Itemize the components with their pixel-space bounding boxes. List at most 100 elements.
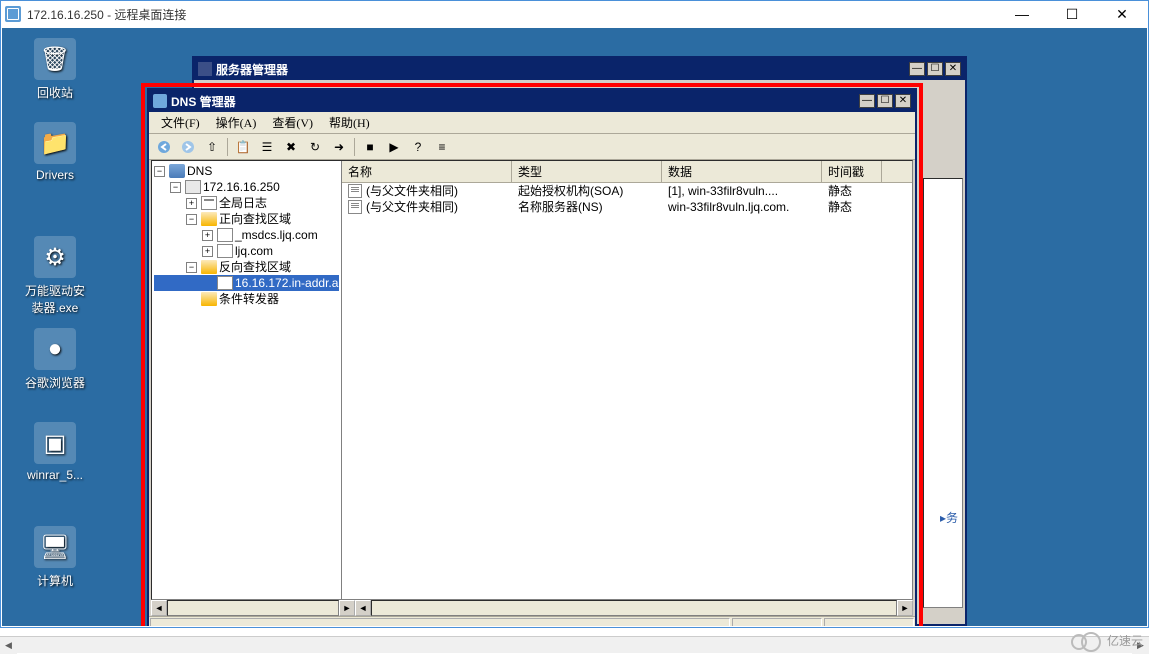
tree-expand-icon[interactable]: + (202, 246, 213, 257)
dns-manager-window[interactable]: DNS 管理器 — ☐ ✕ 文件(F)操作(A)查看(V)帮助(H) ⇧ 📋☰✖↻… (147, 88, 917, 626)
desktop-icon[interactable]: 📁Drivers (20, 122, 90, 182)
toolbar-filter-button[interactable]: ≡ (431, 136, 453, 158)
tree-hscroll[interactable]: ◄ ► ◄ ► (151, 600, 913, 616)
host-scroll-left-icon[interactable]: ◀ (0, 637, 17, 654)
column-header-data[interactable]: 数据 (662, 161, 822, 182)
rdp-window: 172.16.16.250 - 远程桌面连接 — ☐ ✕ 服务器管理器 — ☐ … (0, 0, 1149, 628)
toolbar-fwd-button[interactable] (177, 136, 199, 158)
toolbar-up-button[interactable]: ⇧ (201, 136, 223, 158)
desktop-icon-label: winrar_5... (20, 468, 90, 482)
tree-expand-icon[interactable]: − (186, 262, 197, 273)
scroll-left-icon[interactable]: ◄ (151, 600, 167, 616)
list-body[interactable]: (与父文件夹相同)起始授权机构(SOA)[1], win-33filr8vuln… (342, 183, 912, 599)
tree-node[interactable]: + _msdcs.ljq.com (154, 227, 339, 243)
tree-node[interactable]: 16.16.172.in-addr.a (154, 275, 339, 291)
tree-expand-icon[interactable]: − (186, 214, 197, 225)
tree-node[interactable]: −正向查找区域 (154, 211, 339, 227)
desktop-icon[interactable]: 🗑回收站 (20, 38, 90, 101)
toolbar-help-button[interactable]: ? (407, 136, 429, 158)
dns-title-text: DNS 管理器 (171, 93, 855, 110)
close-button[interactable]: ✕ (1100, 3, 1144, 25)
tree-scroll-track[interactable] (167, 600, 339, 616)
host-scrollbar[interactable]: ◀ ▶ (0, 636, 1149, 653)
rdp-titlebar[interactable]: 172.16.16.250 - 远程桌面连接 — ☐ ✕ (1, 1, 1148, 27)
tree-node-label: _msdcs.ljq.com (235, 227, 318, 243)
desktop-icon[interactable]: 🖥计算机 (20, 526, 90, 589)
dns-titlebar[interactable]: DNS 管理器 — ☐ ✕ (149, 90, 915, 112)
tree-node-label: 条件转发器 (219, 291, 279, 307)
desktop-icon-label: 谷歌浏览器 (20, 374, 90, 391)
srv-minimize-button[interactable]: — (909, 62, 925, 76)
tree-node[interactable]: 条件转发器 (154, 291, 339, 307)
tree-expand-icon[interactable]: − (170, 182, 181, 193)
toolbar-separator (227, 138, 228, 156)
zone-icon (217, 244, 233, 258)
server-manager-titlebar[interactable]: 服务器管理器 — ☐ ✕ (194, 58, 965, 80)
dns-maximize-button[interactable]: ☐ (877, 94, 893, 108)
tree-node[interactable]: +ljq.com (154, 243, 339, 259)
toolbar-delete-button[interactable]: ✖ (280, 136, 302, 158)
column-header-name[interactable]: 名称 (342, 161, 512, 182)
watermark: 亿速云 (1071, 631, 1143, 649)
dns-menu-bar[interactable]: 文件(F)操作(A)查看(V)帮助(H) (149, 112, 915, 134)
tree-node[interactable]: −DNS (154, 163, 339, 179)
desktop-icon-label: 万能驱动安装器.exe (20, 282, 90, 316)
tree-node[interactable]: −172.16.16.250 (154, 179, 339, 195)
record-row[interactable]: (与父文件夹相同)起始授权机构(SOA)[1], win-33filr8vuln… (342, 183, 912, 199)
tree-expand-icon[interactable]: + (202, 230, 213, 241)
dns-icon (169, 164, 185, 178)
desktop-icon[interactable]: ● 谷歌浏览器 (20, 328, 90, 391)
desktop-icon-image: 📁 (34, 122, 76, 164)
srv-maximize-button[interactable]: ☐ (927, 62, 943, 76)
menu-item[interactable]: 文件(F) (153, 112, 208, 133)
scroll-right-icon[interactable]: ► (339, 600, 355, 616)
toolbar-separator (354, 138, 355, 156)
cell-data: [1], win-33filr8vuln.... (662, 183, 822, 199)
zone-icon (217, 276, 233, 290)
remote-desktop[interactable]: 服务器管理器 — ☐ ✕ ▸务 DNS 管理器 — ☐ ✕ (2, 28, 1147, 626)
partial-text: ▸务 (940, 509, 958, 526)
record-icon (348, 184, 362, 198)
scroll-right-icon-2[interactable]: ► (897, 600, 913, 616)
record-row[interactable]: (与父文件夹相同)名称服务器(NS)win-33filr8vuln.ljq.co… (342, 199, 912, 215)
toolbar-refresh-button[interactable]: ↻ (304, 136, 326, 158)
list-header[interactable]: 名称类型数据时间戳 (342, 161, 912, 183)
watermark-icon (1071, 631, 1103, 649)
tree-node[interactable]: + 全局日志 (154, 195, 339, 211)
srv-close-button[interactable]: ✕ (945, 62, 961, 76)
toolbar-props-button[interactable]: ☰ (256, 136, 278, 158)
dns-minimize-button[interactable]: — (859, 94, 875, 108)
toolbar-play-button[interactable]: ▶ (383, 136, 405, 158)
host-scroll-track[interactable] (17, 637, 1132, 653)
scroll-left-icon-2[interactable]: ◄ (355, 600, 371, 616)
column-header-ts[interactable]: 时间戳 (822, 161, 882, 182)
toolbar-back-button[interactable] (153, 136, 175, 158)
desktop-icon-image: 🖥 (34, 526, 76, 568)
tree-expand-icon[interactable]: + (186, 198, 197, 209)
dns-content: −DNS−172.16.16.250 + 全局日志−正向查找区域 + _msdcs.lj… (151, 160, 913, 600)
minimize-button[interactable]: — (1000, 3, 1044, 25)
zone-icon (217, 228, 233, 242)
menu-item[interactable]: 操作(A) (208, 112, 265, 133)
dns-close-button[interactable]: ✕ (895, 94, 911, 108)
menu-item[interactable]: 查看(V) (264, 112, 321, 133)
tree-expand-icon[interactable]: − (154, 166, 165, 177)
rdp-title-text: 172.16.16.250 - 远程桌面连接 (27, 6, 994, 23)
desktop-icon-image: ● (34, 328, 76, 370)
menu-item[interactable]: 帮助(H) (321, 112, 378, 133)
dns-list[interactable]: 名称类型数据时间戳 (与父文件夹相同)起始授权机构(SOA)[1], win-3… (342, 161, 912, 599)
dns-tree[interactable]: −DNS−172.16.16.250 + 全局日志−正向查找区域 + _msdcs.lj… (152, 161, 342, 599)
column-header-type[interactable]: 类型 (512, 161, 662, 182)
desktop-icon[interactable]: ▣winrar_5... (20, 422, 90, 482)
toolbar-copy-button[interactable]: 📋 (232, 136, 254, 158)
desktop-icon[interactable]: ⚙万能驱动安装器.exe (20, 236, 90, 316)
list-scroll-track[interactable] (371, 600, 897, 616)
maximize-button[interactable]: ☐ (1050, 3, 1094, 25)
tree-node[interactable]: −反向查找区域 (154, 259, 339, 275)
tree-node-label: 16.16.172.in-addr.a (235, 275, 338, 291)
toolbar-stop-button[interactable]: ■ (359, 136, 381, 158)
toolbar-export-button[interactable]: ➜ (328, 136, 350, 158)
dns-toolbar[interactable]: ⇧ 📋☰✖↻➜ ■▶?≡ (149, 134, 915, 160)
tree-node-label: 全局日志 (219, 195, 267, 211)
cell-type: 起始授权机构(SOA) (512, 183, 662, 199)
